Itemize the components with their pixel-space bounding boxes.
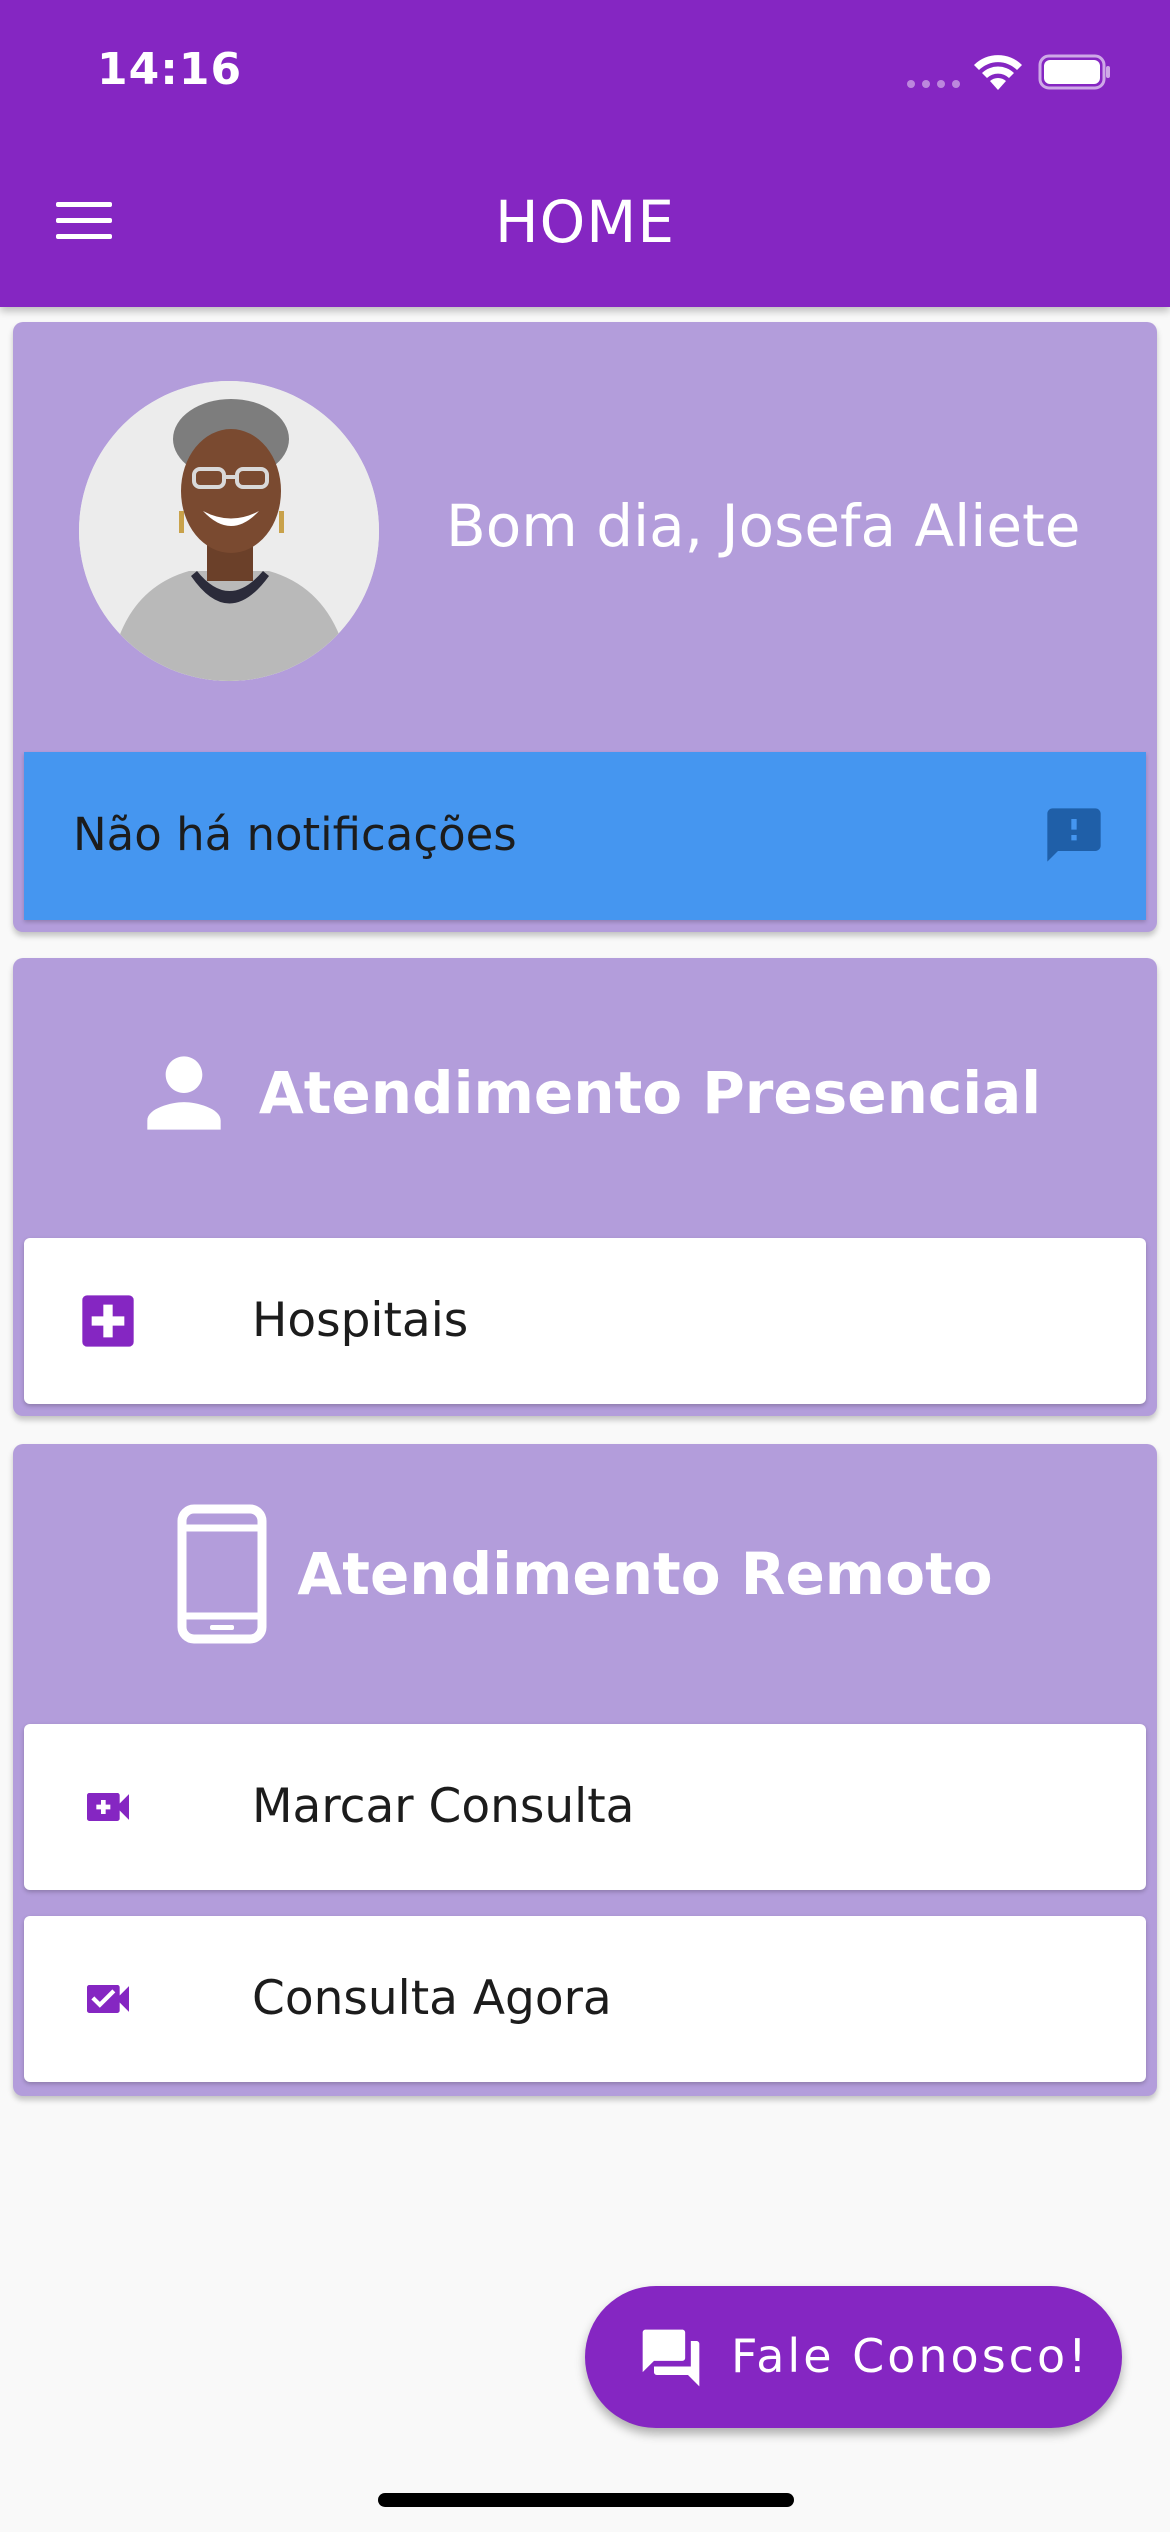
list-item-label: Marcar Consulta: [252, 1779, 635, 1834]
greeting-text: Bom dia, Josefa Aliete: [446, 492, 1081, 560]
notification-banner[interactable]: Não há notificações: [24, 752, 1146, 920]
presencial-card: Atendimento Presencial Hospitais: [13, 958, 1157, 1416]
home-indicator[interactable]: [378, 2493, 794, 2507]
remoto-header: Atendimento Remoto: [13, 1504, 1157, 1644]
list-item-marcar-consulta[interactable]: Marcar Consulta: [24, 1724, 1146, 1890]
battery-icon: [1038, 54, 1110, 90]
section-title: Atendimento Remoto: [297, 1540, 993, 1608]
list-item-label: Consulta Agora: [252, 1971, 612, 2026]
user-profile-photo: [79, 381, 379, 681]
avatar: [79, 381, 379, 681]
section-title: Atendimento Presencial: [258, 1059, 1042, 1127]
presencial-header: Atendimento Presencial: [13, 1038, 1157, 1148]
person-icon: [147, 1056, 221, 1130]
status-time: 14:16: [97, 44, 243, 95]
feedback-alert-icon: [1047, 808, 1101, 862]
page-title: HOME: [495, 188, 675, 256]
chat-bubbles-icon: [642, 2329, 700, 2387]
smartphone-icon: [177, 1504, 267, 1644]
list-item-label: Hospitais: [252, 1293, 469, 1348]
app-bar: 14:16 HOME: [0, 0, 1170, 307]
remoto-card: Atendimento Remoto Marcar Consulta Consu…: [13, 1444, 1157, 2096]
video-call-add-icon: [87, 1793, 129, 1821]
wifi-icon: [974, 55, 1022, 90]
video-call-check-icon: [87, 1985, 129, 2013]
contact-us-fab[interactable]: Fale Conosco!: [585, 2286, 1122, 2428]
notification-text: Não há notificações: [73, 808, 517, 861]
fab-label: Fale Conosco!: [731, 2329, 1090, 2383]
cellular-signal-icon: [907, 80, 960, 88]
greeting-card: Bom dia, Josefa Aliete Não há notificaçõ…: [13, 322, 1157, 932]
list-item-hospitais[interactable]: Hospitais: [24, 1238, 1146, 1404]
list-item-consulta-agora[interactable]: Consulta Agora: [24, 1916, 1146, 2082]
hospital-plus-icon: [82, 1295, 134, 1347]
